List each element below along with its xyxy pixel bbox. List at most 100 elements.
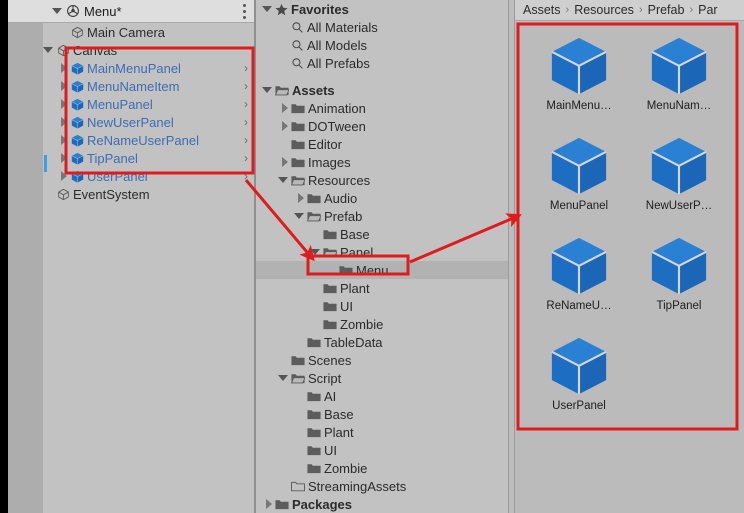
project-tree-row[interactable]: StreamingAssets [256,477,508,495]
hierarchy-tree[interactable]: Main Camera Canvas MainMenuPanel › MenuNameI… [43,23,254,513]
asset-grid-item[interactable]: NewUserP… [629,134,729,234]
project-tree-row-twisty[interactable] [278,103,291,113]
hierarchy-row-twisty[interactable] [57,63,71,73]
folder-icon [307,428,321,438]
project-tree-row-label: All Materials [307,19,378,35]
project-tree-row[interactable]: Plant [256,279,508,297]
project-tree-row[interactable]: Script [256,369,508,387]
project-tree-row[interactable]: AI [256,387,508,405]
project-tree-row-label: Script [308,370,342,386]
project-tree-row[interactable]: Plant [256,423,508,441]
hierarchy-row[interactable]: Canvas [43,41,254,59]
project-tree-row[interactable]: Scenes [256,351,508,369]
project-tree-row-twisty[interactable] [278,157,291,167]
hierarchy-row-label: NewUserPanel [87,114,174,130]
project-folder-tree[interactable]: Favorites All Materials All Models All Pref… [256,0,508,513]
project-tree-row-selected[interactable]: Menu [256,261,508,279]
prefab-open-chevron-icon[interactable]: › [244,152,248,164]
project-tree-row[interactable]: UI [256,297,508,315]
hierarchy-panel: Menu* Main Camera Canvas MainMenuPanel › Men… [0,0,254,513]
project-tree-row[interactable]: Audio [256,189,508,207]
project-tree-row-twisty[interactable] [309,249,323,255]
panel-divider-project-assets[interactable] [508,0,515,513]
project-tree-row-twisty[interactable] [277,375,291,381]
project-tree-row-twisty[interactable] [293,213,307,219]
project-tree-row[interactable]: TableData [256,333,508,351]
folder-icon [339,266,353,276]
prefab-open-chevron-icon[interactable]: › [244,134,248,146]
project-tree-row[interactable]: UI [256,441,508,459]
chevron-down-icon [277,177,288,183]
project-tree-row[interactable]: Panel [256,243,508,261]
project-tree-row[interactable]: All Models [256,36,508,54]
project-tree-row[interactable]: All Materials [256,18,508,36]
breadcrumb[interactable]: Assets › Resources › Prefab › Par [515,0,744,21]
project-tree-row-twisty[interactable] [294,193,307,203]
asset-grid-item[interactable]: MenuPanel [529,134,629,234]
project-tree-row[interactable]: Zombie [256,315,508,333]
hierarchy-row[interactable]: MenuPanel › [43,95,254,113]
scene-expand-twisty[interactable] [52,8,62,14]
kebab-menu-icon[interactable] [242,4,246,19]
project-tree-row[interactable]: Assets [256,81,508,99]
project-tree-row[interactable]: Editor [256,135,508,153]
project-tree-row-label: Resources [308,172,371,188]
prefab-open-chevron-icon[interactable]: › [244,62,248,74]
hierarchy-header[interactable]: Menu* [8,0,254,23]
breadcrumb-segment[interactable]: Par [698,3,717,17]
hierarchy-row-twisty[interactable] [57,117,71,127]
project-tree-row-twisty[interactable] [277,177,291,183]
project-tree-row[interactable]: All Prefabs [256,54,508,72]
project-tree-row-label: All Models [307,37,367,53]
breadcrumb-segment[interactable]: Prefab [648,3,685,17]
folder-empty-icon [291,481,305,492]
hierarchy-row[interactable]: MainMenuPanel › [43,59,254,77]
asset-grid[interactable]: MainMenu… MenuNam… MenuPanel NewUserP… ReNam… [515,22,744,513]
hierarchy-row-twisty[interactable] [57,135,71,145]
project-tree-panel: Favorites All Materials All Models All Pref… [256,0,508,513]
project-tree-row-twisty[interactable] [262,499,275,509]
hierarchy-row-twisty[interactable] [57,99,71,109]
project-tree-row[interactable]: Zombie [256,459,508,477]
hierarchy-row[interactable]: EventSystem [43,185,254,203]
project-tree-row[interactable]: Images [256,153,508,171]
project-tree-row[interactable]: Prefab [256,207,508,225]
breadcrumb-segment[interactable]: Assets [523,3,561,17]
hierarchy-row-twisty[interactable] [57,153,71,163]
project-tree-row-twisty[interactable] [278,121,291,131]
project-tree-row[interactable]: Resources [256,171,508,189]
project-tree-row[interactable]: Packages [256,495,508,513]
asset-grid-item[interactable]: TipPanel [629,234,729,334]
hierarchy-row[interactable]: Main Camera [43,23,254,41]
asset-grid-item[interactable]: MainMenu… [529,34,629,134]
prefab-open-chevron-icon[interactable]: › [244,98,248,110]
project-tree-row-twisty[interactable] [261,87,275,93]
project-tree-row-twisty[interactable] [261,6,275,12]
asset-grid-item[interactable]: MenuNam… [629,34,729,134]
chevron-down-icon [261,87,272,93]
asset-grid-item[interactable]: UserPanel [529,334,629,434]
hierarchy-row-twisty[interactable] [57,81,71,91]
project-tree-row[interactable]: Animation [256,99,508,117]
prefab-open-chevron-icon[interactable]: › [244,80,248,92]
prefab-cube-icon [651,237,707,295]
asset-grid-item[interactable]: ReNameU… [529,234,629,334]
hierarchy-row[interactable]: UserPanel › [43,167,254,185]
folder-icon [291,158,305,168]
hierarchy-row[interactable]: MenuNameItem › [43,77,254,95]
hierarchy-row[interactable]: TipPanel › [43,149,254,167]
prefab-open-chevron-icon[interactable]: › [244,116,248,128]
project-tree-row[interactable]: Base [256,405,508,423]
breadcrumb-segment[interactable]: Resources [574,3,634,17]
prefab-open-chevron-icon[interactable]: › [244,170,248,182]
project-tree-row[interactable]: DOTween [256,117,508,135]
project-tree-row-label: Images [308,154,351,170]
hierarchy-row[interactable]: ReNameUserPanel › [43,131,254,149]
project-tree-row[interactable]: Base [256,225,508,243]
project-tree-row-label: Panel [340,244,374,260]
project-tree-row[interactable]: Favorites [256,0,508,18]
hierarchy-row[interactable]: NewUserPanel › [43,113,254,131]
hierarchy-row-twisty[interactable] [57,171,71,181]
hierarchy-row-twisty[interactable] [43,47,57,53]
